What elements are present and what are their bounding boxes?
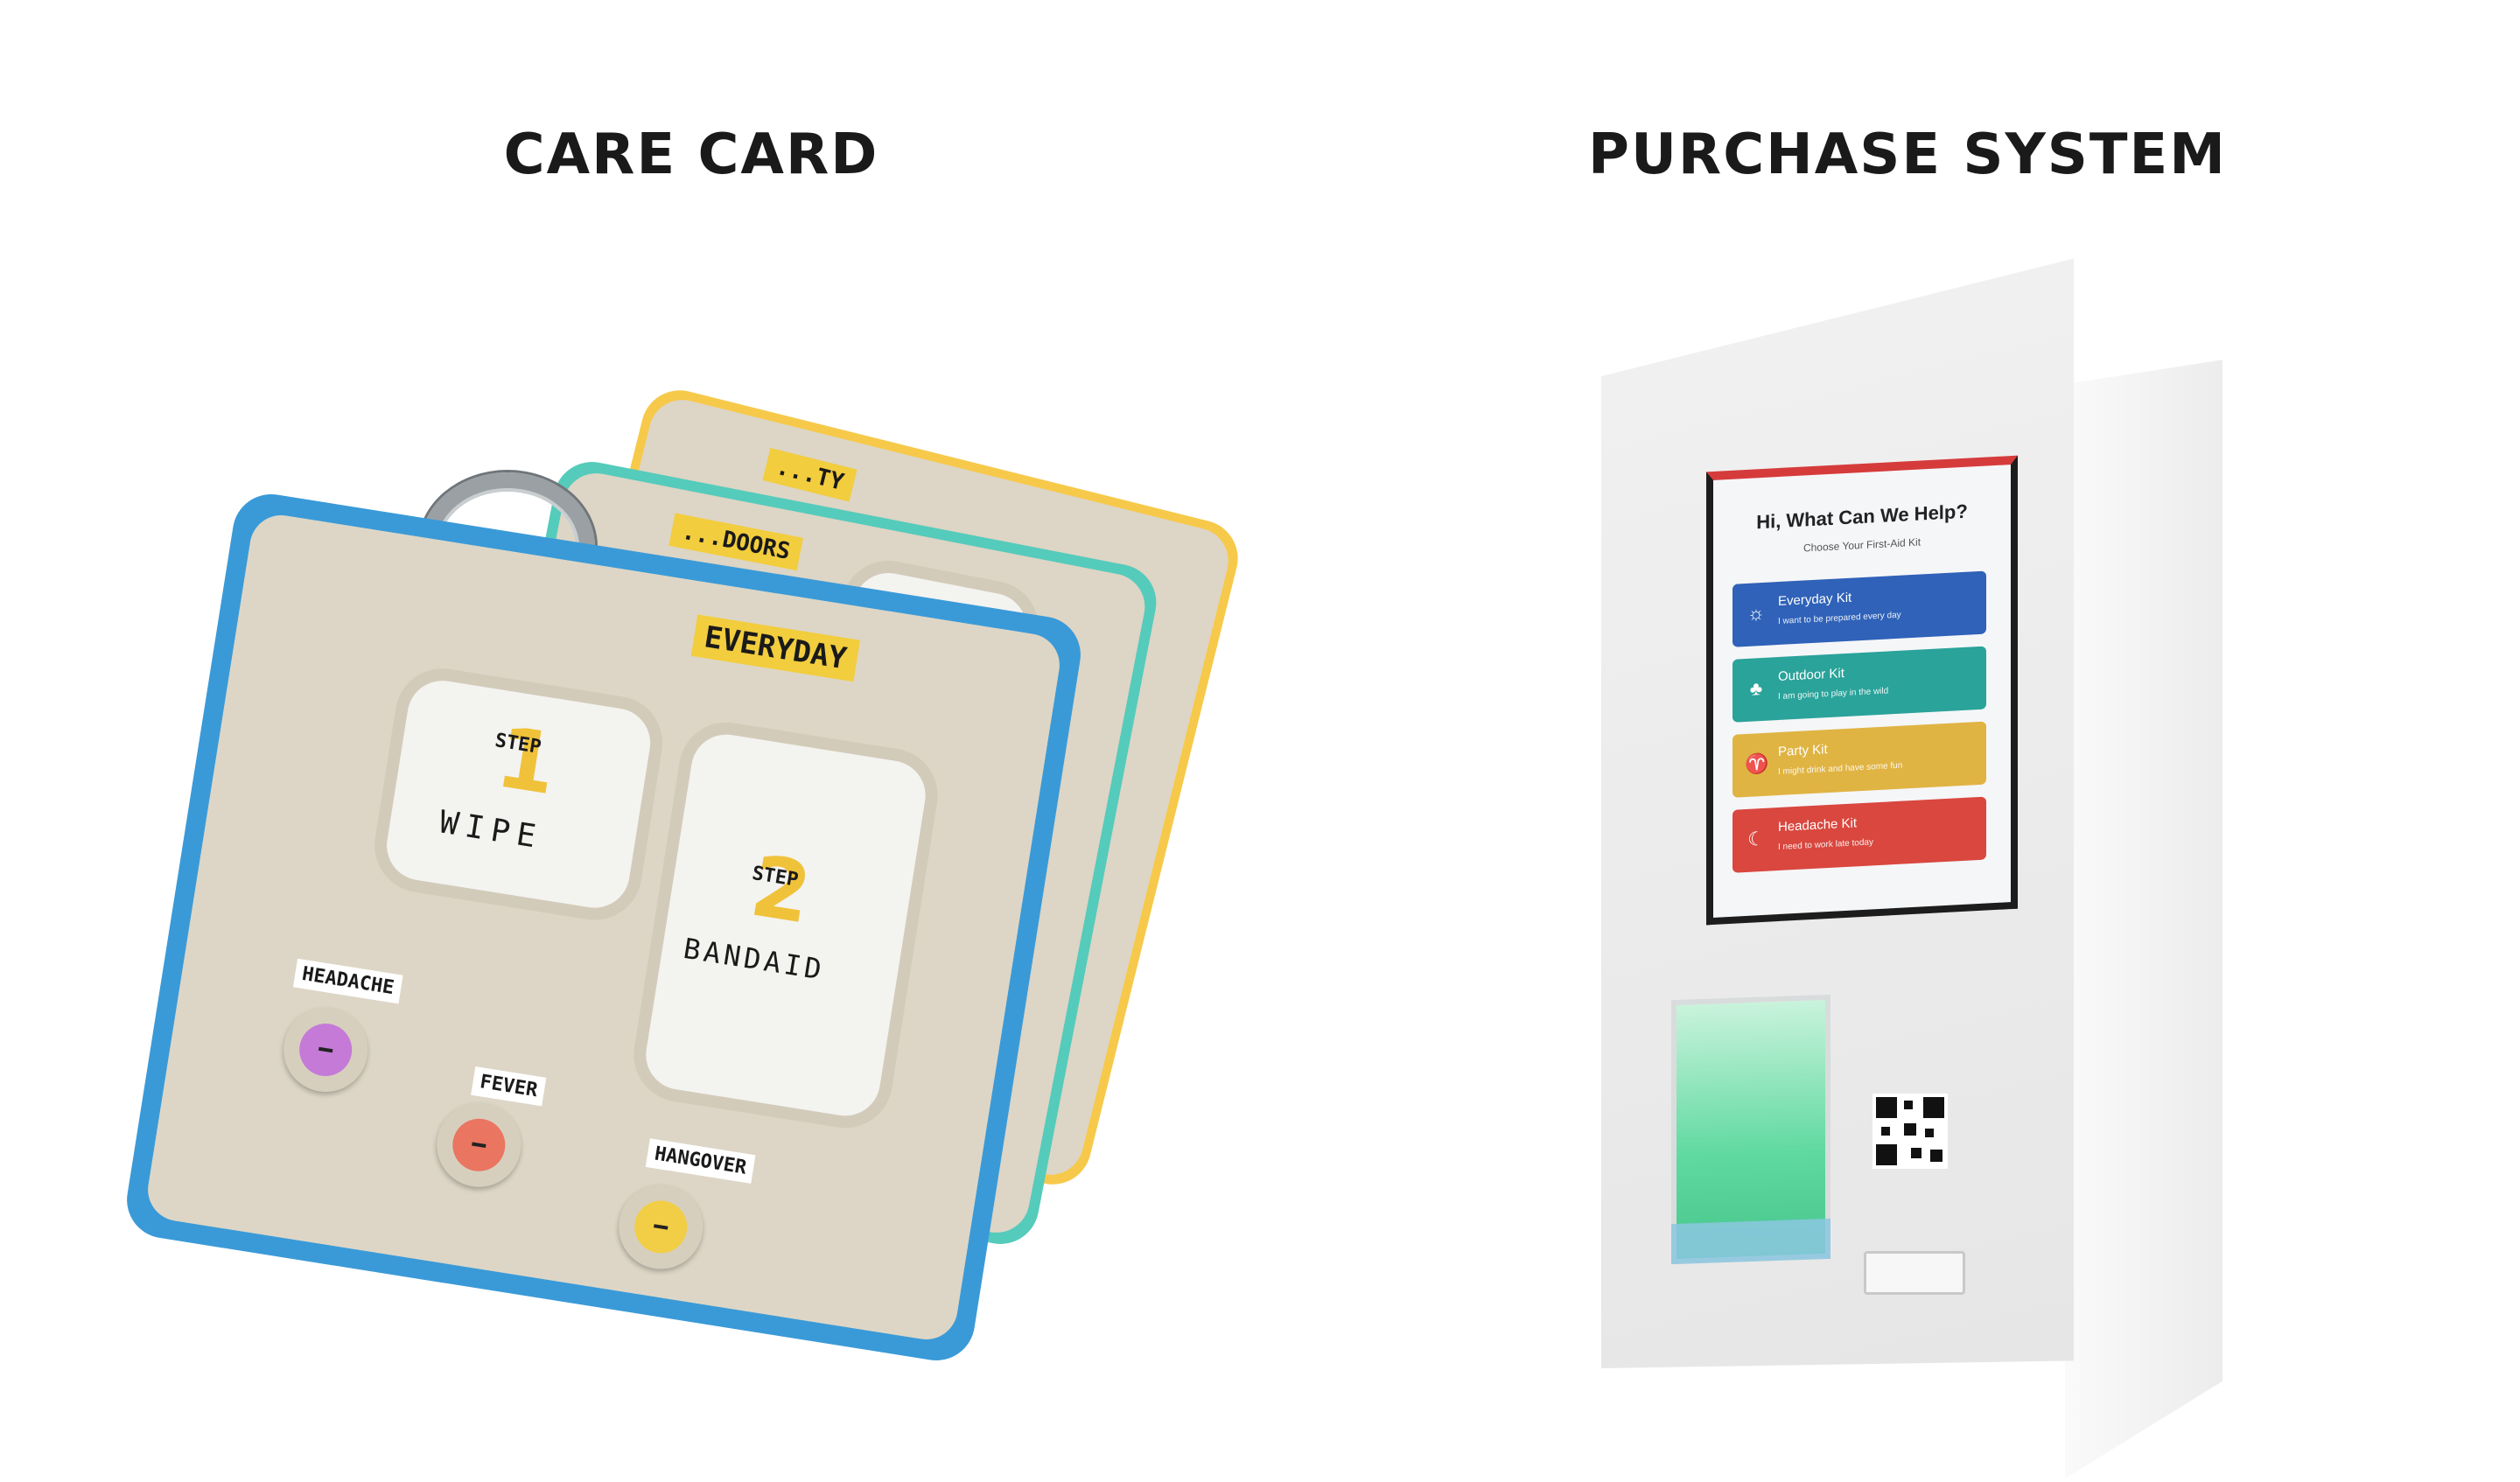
screen-title: Hi, What Can We Help? (1756, 500, 1968, 534)
step-2-action: BANDAID (681, 931, 828, 987)
step-1-number: 1 (490, 708, 564, 814)
card-reader-slot[interactable] (1864, 1251, 1965, 1295)
party-kit-button[interactable]: ♈ Party Kit I might drink and have some … (1732, 721, 1986, 798)
kit-name: Outdoor Kit (1778, 666, 1844, 685)
screen-subtitle: Choose Your First-Aid Kit (1802, 535, 1922, 555)
tray-lip (1671, 1218, 1830, 1265)
kit-description: I want to be prepared every day (1778, 610, 1901, 627)
moon-icon: ☾ (1747, 827, 1765, 850)
kiosk-side-panel (2065, 360, 2222, 1479)
everyday-kit-button[interactable]: ☼ Everyday Kit I want to be prepared eve… (1732, 570, 1986, 647)
front-card-blue: EVERYDAY 1 STEP WIPE 2 STEP BANDAID HEAD… (121, 488, 1087, 1367)
tree-icon: ♣ (1749, 676, 1763, 700)
glass-icon: ♈ (1745, 751, 1769, 776)
step-2-number: 2 (744, 836, 818, 943)
kiosk-screen: Hi, What Can We Help? Choose Your First-… (1706, 455, 2018, 926)
qr-code (1872, 1094, 1948, 1169)
kit-description: I might drink and have some fun (1778, 760, 1903, 778)
care-card-heading: CARE CARD (503, 122, 879, 187)
kit-name: Everyday Kit (1778, 590, 1852, 610)
care-card-photo: ...TY ...DOORS EVERYDAY 1 STEP WIPE 2 ST… (121, 381, 1348, 1367)
step-1-panel: 1 STEP WIPE (382, 675, 655, 913)
dispense-tray[interactable] (1671, 994, 1830, 1265)
headache-kit-button[interactable]: ☾ Headache Kit I need to work late today (1732, 796, 1986, 873)
purchase-system-photo: Hi, What Can We Help? Choose Your First-… (1592, 262, 2222, 1479)
kit-name: Party Kit (1778, 742, 1828, 760)
kit-description: I need to work late today (1778, 837, 1873, 853)
outdoor-kit-button[interactable]: ♣ Outdoor Kit I am going to play in the … (1732, 646, 1986, 723)
kit-name: Headache Kit (1778, 815, 1858, 835)
kit-description: I am going to play in the wild (1778, 686, 1889, 703)
step-1-action: WIPE (437, 804, 545, 856)
purchase-system-heading: PURCHASE SYSTEM (1588, 122, 2227, 187)
sun-icon: ☼ (1746, 601, 1766, 625)
